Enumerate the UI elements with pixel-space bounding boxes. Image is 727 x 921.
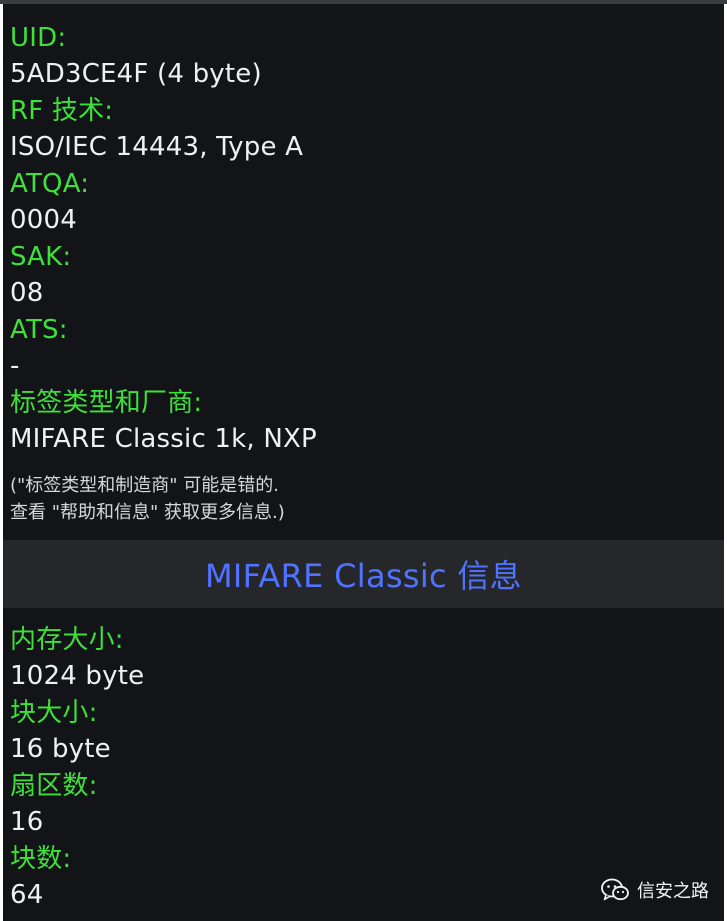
block-size-label: 块大小: xyxy=(10,698,98,728)
tag-type-value: MIFARE Classic 1k, NXP xyxy=(10,424,317,454)
rf-tech-value: ISO/IEC 14443, Type A xyxy=(10,132,304,162)
ats-label: ATS: xyxy=(10,315,68,345)
mifare-section-title: MIFARE Classic 信息 xyxy=(205,557,522,595)
rf-tech-label: RF 技术: xyxy=(10,96,114,126)
uid-value: 5AD3CE4F (4 byte) xyxy=(10,59,262,89)
mifare-section-header: MIFARE Classic 信息 xyxy=(3,540,724,608)
sak-value: 08 xyxy=(10,278,44,308)
uid-label: UID: xyxy=(10,23,67,53)
atqa-label: ATQA: xyxy=(10,169,90,199)
sector-count-value: 16 xyxy=(10,807,44,837)
tag-type-label: 标签类型和厂商: xyxy=(10,388,203,418)
block-size-value: 16 byte xyxy=(10,734,111,764)
tag-type-note-line-2: 查看 "帮助和信息" 获取更多信息.) xyxy=(10,502,285,523)
sector-count-label: 扇区数: xyxy=(10,771,98,801)
wechat-icon xyxy=(601,878,629,902)
memory-size-value: 1024 byte xyxy=(10,661,145,691)
tag-type-note-line-1: ("标签类型和制造商" 可能是错的. xyxy=(10,475,280,496)
atqa-value: 0004 xyxy=(10,205,77,235)
ats-value: - xyxy=(10,351,20,381)
block-count-label: 块数: xyxy=(10,844,72,874)
block-count-value: 64 xyxy=(10,880,44,910)
sak-label: SAK: xyxy=(10,242,72,272)
watermark-text: 信安之路 xyxy=(637,881,709,902)
memory-size-label: 内存大小: xyxy=(10,625,124,655)
watermark: 信安之路 xyxy=(601,877,709,903)
